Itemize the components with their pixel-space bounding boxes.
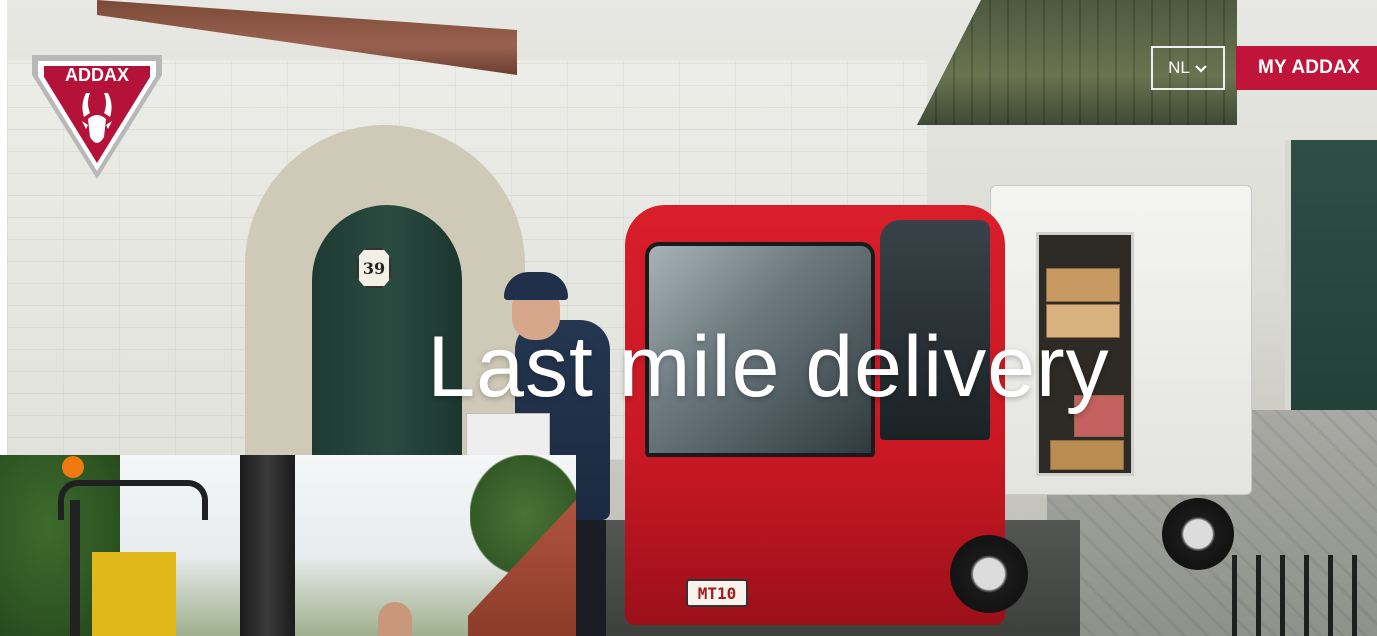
language-selector[interactable]: NL	[1151, 46, 1225, 90]
warning-light	[62, 456, 84, 478]
iron-fence	[1232, 555, 1370, 636]
rear-wheel	[1162, 498, 1234, 570]
crate	[1046, 268, 1120, 302]
forklift-mast	[240, 455, 295, 636]
parcel	[466, 413, 550, 457]
forklift-post	[70, 500, 80, 636]
courier-cap	[504, 272, 568, 300]
forklift-body	[92, 552, 176, 636]
my-addax-button[interactable]: MY ADDAX	[1236, 46, 1377, 90]
addax-logo[interactable]: ADDAX	[24, 45, 170, 185]
house-number-plaque: 39	[357, 248, 391, 288]
inset-person	[378, 602, 412, 636]
crate	[1050, 440, 1124, 470]
hero-headline: Last mile delivery	[427, 319, 1110, 415]
chevron-down-icon	[1194, 61, 1208, 75]
front-wheel	[950, 535, 1028, 613]
license-plate: MT10	[686, 579, 748, 607]
antelope-shield-icon: ADDAX	[32, 55, 162, 179]
forklift-overhead-guard	[58, 480, 208, 520]
logo-text: ADDAX	[65, 65, 129, 85]
language-value: NL	[1168, 58, 1190, 77]
